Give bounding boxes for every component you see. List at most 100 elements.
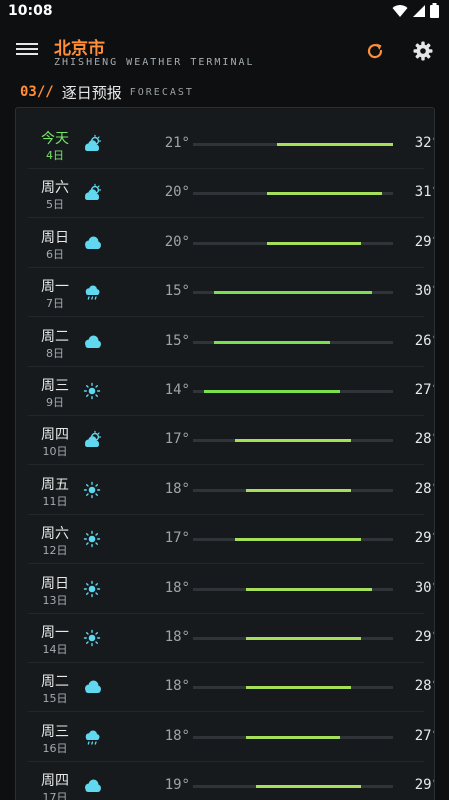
forecast-high-temp: 29° bbox=[414, 777, 434, 794]
temp-range-track bbox=[193, 192, 393, 196]
temp-range-track bbox=[193, 686, 393, 690]
section-number: 03// bbox=[20, 84, 54, 100]
status-time: 10:08 bbox=[8, 3, 53, 19]
cloud-icon bbox=[85, 680, 101, 694]
forecast-date: 17日 bbox=[42, 791, 68, 800]
temp-range-track bbox=[193, 143, 393, 146]
forecast-high-temp: 29° bbox=[414, 233, 434, 250]
forecast-row[interactable]: 周六12日 17° 29° bbox=[28, 515, 434, 565]
forecast-row[interactable]: 今天 4日 21° 32° bbox=[28, 120, 434, 169]
forecast-high-temp: 28° bbox=[414, 678, 434, 695]
forecast-date: 12日 bbox=[42, 544, 68, 558]
section-subtitle: FORECAST bbox=[129, 86, 194, 98]
status-bar: 10:08 bbox=[0, 0, 449, 24]
wifi-icon bbox=[392, 4, 408, 17]
forecast-high-temp: 30° bbox=[414, 283, 434, 300]
forecast-date: 7日 bbox=[46, 297, 64, 311]
temp-range-bar bbox=[245, 637, 362, 640]
forecast-high-temp: 27° bbox=[414, 382, 434, 398]
rain-icon bbox=[85, 730, 100, 745]
status-icons bbox=[392, 3, 439, 18]
forecast-date: 15日 bbox=[42, 692, 68, 706]
forecast-day: 周五 bbox=[41, 476, 69, 493]
forecast-date: 13日 bbox=[42, 593, 68, 607]
forecast-low-temp: 17° bbox=[164, 530, 190, 547]
forecast-row[interactable]: 周日6日 20° 29° bbox=[28, 219, 434, 268]
forecast-date: 11日 bbox=[42, 494, 68, 508]
temp-range-track bbox=[193, 538, 393, 542]
forecast-date: 16日 bbox=[42, 741, 68, 755]
forecast-row[interactable]: 周四10日 17° 28° bbox=[28, 416, 434, 466]
forecast-day: 周四 bbox=[41, 773, 69, 790]
forecast-low-temp: 15° bbox=[164, 332, 190, 349]
signal-icon bbox=[413, 4, 425, 17]
partly-cloudy-icon bbox=[85, 134, 102, 151]
gear-icon[interactable] bbox=[412, 40, 434, 62]
temp-range-track bbox=[193, 241, 393, 245]
forecast-row[interactable]: 周一7日 15° 30° bbox=[28, 268, 434, 318]
cloud-icon bbox=[85, 779, 101, 793]
temp-range-track bbox=[193, 587, 393, 591]
forecast-date: 5日 bbox=[46, 198, 64, 212]
temp-range-bar bbox=[245, 686, 351, 690]
forecast-low-temp: 21° bbox=[164, 135, 190, 151]
forecast-row[interactable]: 周二15日 18° 28° bbox=[28, 663, 434, 713]
forecast-row[interactable]: 周二8日 15° 26° bbox=[28, 318, 434, 367]
temp-range-track bbox=[193, 390, 393, 393]
forecast-row[interactable]: 周六5日 20° 31° bbox=[28, 169, 434, 219]
forecast-day: 周三 bbox=[41, 378, 69, 394]
forecast-low-temp: 14° bbox=[164, 382, 190, 398]
forecast-low-temp: 20° bbox=[164, 233, 190, 250]
forecast-high-temp: 28° bbox=[414, 480, 434, 497]
forecast-row[interactable]: 周三 9日 14° 27° bbox=[28, 367, 434, 416]
temp-range-bar bbox=[235, 439, 351, 443]
menu-icon[interactable] bbox=[16, 40, 38, 62]
forecast-row[interactable]: 周一 14日 18° 29° bbox=[28, 614, 434, 663]
sun-icon bbox=[83, 481, 101, 498]
sun-icon bbox=[83, 580, 101, 597]
forecast-row[interactable]: 周五11日 18° 28° bbox=[28, 466, 434, 515]
forecast-low-temp: 15° bbox=[164, 283, 190, 300]
forecast-row[interactable]: 周三16日 18° 27° bbox=[28, 713, 434, 762]
rain-icon bbox=[85, 285, 100, 300]
cloud-icon bbox=[85, 335, 101, 348]
forecast-date: 8日 bbox=[46, 346, 64, 360]
temp-range-bar bbox=[256, 785, 362, 789]
forecast-row[interactable]: 周四17日 19° 29° bbox=[28, 762, 434, 800]
sun-icon bbox=[83, 382, 101, 400]
forecast-low-temp: 17° bbox=[164, 431, 190, 448]
forecast-row[interactable]: 周日13日 18° 30° bbox=[28, 565, 434, 614]
sun-icon bbox=[83, 629, 101, 647]
sun-icon bbox=[83, 530, 101, 548]
temp-range-bar bbox=[245, 488, 351, 492]
temp-range-track bbox=[193, 488, 393, 492]
app-subtitle: ZHISHENG WEATHER TERMINAL bbox=[54, 57, 255, 68]
temp-range-bar bbox=[203, 390, 341, 393]
forecast-low-temp: 19° bbox=[164, 777, 190, 794]
section-header: 03// 逐日预报 FORECAST bbox=[20, 82, 194, 102]
forecast-day: 周三 bbox=[41, 723, 69, 740]
forecast-high-temp: 29° bbox=[414, 629, 434, 645]
forecast-low-temp: 18° bbox=[164, 727, 190, 744]
forecast-day: 周二 bbox=[41, 674, 69, 691]
forecast-low-temp: 18° bbox=[164, 678, 190, 695]
temp-range-bar bbox=[235, 538, 362, 542]
temp-range-bar bbox=[245, 735, 341, 739]
forecast-date: 10日 bbox=[42, 445, 68, 459]
forecast-day: 周日 bbox=[41, 229, 69, 246]
temp-range-track bbox=[193, 291, 393, 295]
city-title[interactable]: 北京市 bbox=[54, 34, 105, 59]
temp-range-bar bbox=[214, 340, 330, 344]
forecast-high-temp: 30° bbox=[414, 579, 434, 596]
temp-range-bar bbox=[214, 291, 372, 295]
temp-range-bar bbox=[245, 587, 372, 591]
refresh-icon[interactable] bbox=[364, 40, 386, 62]
forecast-day: 周二 bbox=[41, 328, 69, 345]
temp-range-bar bbox=[277, 143, 393, 146]
forecast-low-temp: 20° bbox=[164, 184, 190, 201]
forecast-date: 6日 bbox=[46, 247, 64, 261]
forecast-date: 9日 bbox=[46, 396, 64, 409]
cloud-icon bbox=[85, 236, 101, 249]
app-bar: 北京市 ZHISHENG WEATHER TERMINAL bbox=[0, 28, 449, 76]
temp-range-track bbox=[193, 340, 393, 344]
